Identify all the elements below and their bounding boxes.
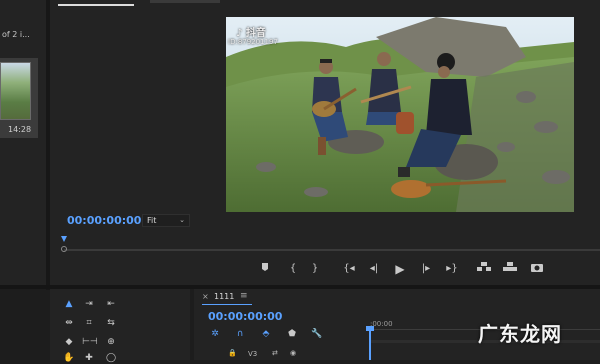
zoom-level-value: Fit xyxy=(147,216,157,225)
slip-tool-icon[interactable]: ◆ xyxy=(62,336,76,348)
add-marker-icon[interactable]: ⬟ xyxy=(286,328,298,340)
scrubber-track[interactable] xyxy=(64,249,600,251)
track-header-v3: 🔒 V3 ⇄ ◉ xyxy=(220,349,310,360)
video-frame-image xyxy=(226,17,574,212)
project-item-count: of 2 i... xyxy=(2,30,30,39)
rolling-edit-tool-icon[interactable]: ⇹ xyxy=(62,317,76,329)
wrench-icon[interactable]: 🔧 xyxy=(311,328,323,340)
close-icon[interactable]: × xyxy=(202,292,209,301)
track-select-tool-icon[interactable]: ⇥ xyxy=(82,298,96,310)
clip-duration: 14:28 xyxy=(8,125,32,134)
tab-secondary[interactable] xyxy=(150,0,220,3)
track-label: V3 xyxy=(248,350,258,358)
site-watermark: 广东龙网 xyxy=(478,322,562,346)
mark-out-icon[interactable]: } xyxy=(308,262,322,276)
chevron-down-icon: ⌄ xyxy=(179,216,185,224)
nest-icon[interactable]: ✲ xyxy=(209,328,221,340)
timeline-playhead[interactable] xyxy=(369,329,371,360)
rate-stretch-tool-icon[interactable]: ⌗ xyxy=(82,317,96,329)
linked-selection-icon[interactable]: ⬘ xyxy=(260,328,272,340)
tab-sequence[interactable]: 1111 xyxy=(214,292,234,301)
insert-icon[interactable] xyxy=(477,262,491,276)
eye-icon[interactable]: ◉ xyxy=(290,349,296,357)
export-frame-icon[interactable] xyxy=(530,262,544,276)
timeline-timecode[interactable]: 00:00:00:00 xyxy=(208,310,282,323)
active-tab-indicator xyxy=(202,304,252,305)
slide-tool-icon[interactable]: ⊢⊣ xyxy=(82,336,98,348)
video-watermark-id: ID:879201197 xyxy=(228,38,278,46)
type-tool-icon[interactable]: ◯ xyxy=(104,352,118,364)
sync-lock-icon[interactable]: ⇄ xyxy=(272,349,278,357)
hand-tool-icon[interactable]: ✋ xyxy=(62,352,76,364)
clip-thumbnail[interactable] xyxy=(0,62,31,120)
tab-program-monitor[interactable] xyxy=(58,4,134,6)
ripple-edit-tool-icon[interactable]: ⇤ xyxy=(104,298,118,310)
overwrite-icon[interactable] xyxy=(503,262,517,276)
zoom-tool-icon[interactable]: ✚ xyxy=(82,352,96,364)
lock-icon[interactable]: 🔒 xyxy=(228,349,237,357)
razor-tool-icon[interactable]: ⇆ xyxy=(104,317,118,329)
video-watermark-brand: ♪ 抖音 xyxy=(236,24,266,39)
playhead-marker-icon[interactable] xyxy=(61,236,67,242)
video-preview[interactable] xyxy=(226,17,574,212)
step-forward-icon[interactable]: |▸ xyxy=(419,262,433,276)
snap-icon[interactable]: ∩ xyxy=(234,328,246,340)
playhead-timecode[interactable]: 00:00:00:00 xyxy=(67,214,141,227)
pen-tool-icon[interactable]: ⊕ xyxy=(104,336,118,348)
playhead-knob[interactable] xyxy=(61,246,67,252)
go-to-out-icon[interactable]: ▸} xyxy=(445,262,459,276)
step-back-icon[interactable]: ◂| xyxy=(367,262,381,276)
project-panel xyxy=(0,0,46,285)
go-to-in-icon[interactable]: {◂ xyxy=(342,262,356,276)
play-icon[interactable]: ▶ xyxy=(393,262,407,276)
zoom-level-select[interactable]: Fit ⌄ xyxy=(142,214,190,227)
marker-icon[interactable] xyxy=(258,262,272,276)
selection-tool-icon[interactable]: ▲ xyxy=(62,298,76,310)
mark-in-icon[interactable]: { xyxy=(286,262,300,276)
panel-menu-icon[interactable]: ≡ xyxy=(240,291,248,301)
